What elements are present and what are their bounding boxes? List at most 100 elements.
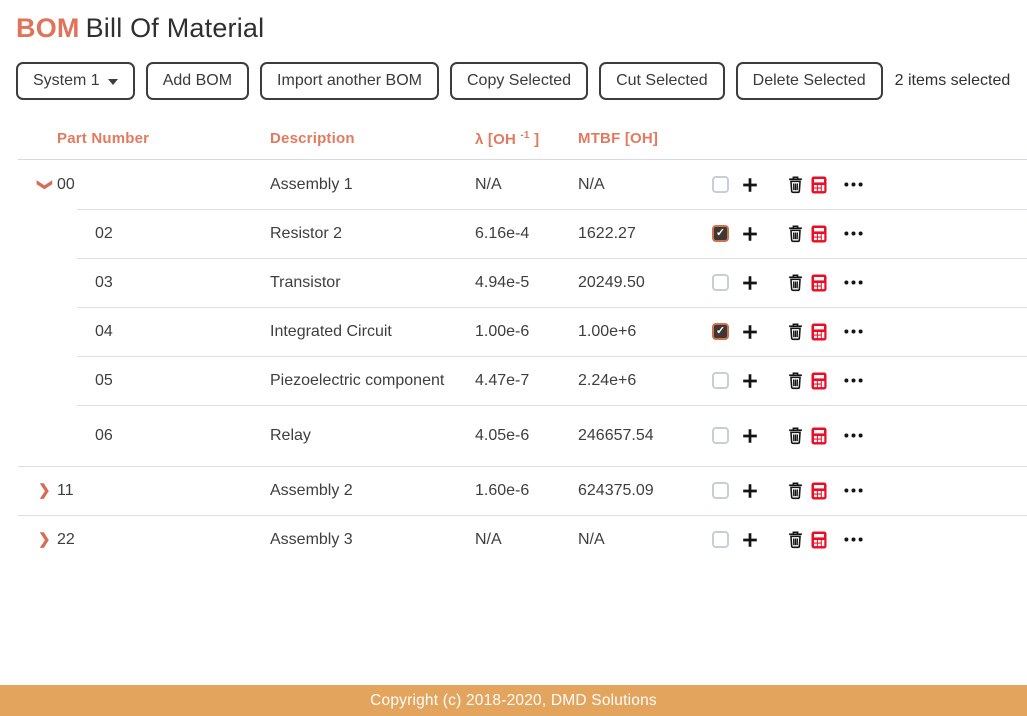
- more-options-button[interactable]: [844, 537, 863, 542]
- column-header-part-number: Part Number: [18, 130, 270, 147]
- calculator-icon: [811, 427, 827, 445]
- footer-bar: Copyright (c) 2018-2020, DMD Solutions: [0, 685, 1027, 716]
- description-value: Relay: [270, 427, 475, 445]
- calculate-row-button[interactable]: [811, 274, 827, 292]
- plus-icon: [742, 275, 758, 291]
- row-actions: [712, 481, 1027, 500]
- more-options-button[interactable]: [844, 182, 863, 187]
- add-bom-button[interactable]: Add BOM: [146, 62, 249, 100]
- import-bom-button[interactable]: Import another BOM: [260, 62, 439, 100]
- part-number-cell: 03: [18, 274, 270, 292]
- row-select-checkbox[interactable]: [712, 274, 729, 291]
- system-select-button[interactable]: System 1: [16, 62, 135, 100]
- table-row: 05 Piezoelectric component 4.47e-7 2.24e…: [18, 356, 1027, 405]
- delete-selected-button[interactable]: Delete Selected: [736, 62, 883, 100]
- add-child-button[interactable]: [742, 483, 758, 499]
- add-child-button[interactable]: [742, 177, 758, 193]
- more-options-button[interactable]: [844, 280, 863, 285]
- trash-icon: [787, 481, 804, 500]
- selection-status: 2 items selected: [895, 72, 1011, 90]
- ellipsis-icon: [844, 329, 863, 334]
- expand-toggle-chevron-icon[interactable]: ❯: [38, 179, 53, 193]
- table-row: 02 Resistor 2 6.16e-4 1622.27: [18, 209, 1027, 258]
- row-select-checkbox[interactable]: [712, 323, 729, 340]
- add-child-button[interactable]: [742, 428, 758, 444]
- calculator-icon: [811, 531, 827, 549]
- add-child-button[interactable]: [742, 275, 758, 291]
- add-child-button[interactable]: [742, 373, 758, 389]
- calculator-icon: [811, 482, 827, 500]
- table-row: ❯ 00 Assembly 1 N/A N/A: [18, 160, 1027, 209]
- row-select-checkbox[interactable]: [712, 372, 729, 389]
- delete-row-button[interactable]: [787, 426, 804, 445]
- column-header-lambda: λ [OH -1 ]: [475, 130, 578, 148]
- more-options-button[interactable]: [844, 433, 863, 438]
- part-number-value: 04: [95, 323, 113, 341]
- trash-icon: [787, 322, 804, 341]
- calculate-row-button[interactable]: [811, 482, 827, 500]
- part-number-value: 00: [57, 176, 75, 194]
- part-number-cell: 06: [18, 427, 270, 445]
- lambda-value: 4.94e-5: [475, 274, 578, 292]
- part-number-cell: 02: [18, 225, 270, 243]
- add-child-button[interactable]: [742, 532, 758, 548]
- delete-row-button[interactable]: [787, 175, 804, 194]
- add-child-button[interactable]: [742, 324, 758, 340]
- ellipsis-icon: [844, 182, 863, 187]
- description-value: Assembly 3: [270, 531, 475, 549]
- plus-icon: [742, 324, 758, 340]
- calculator-icon: [811, 176, 827, 194]
- row-actions: [712, 426, 1027, 445]
- description-value: Piezoelectric component: [270, 372, 475, 390]
- page-title: BOMBill Of Material: [16, 13, 1027, 44]
- plus-icon: [742, 532, 758, 548]
- cut-selected-button[interactable]: Cut Selected: [599, 62, 725, 100]
- row-select-checkbox[interactable]: [712, 482, 729, 499]
- row-select-checkbox[interactable]: [712, 225, 729, 242]
- ellipsis-icon: [844, 231, 863, 236]
- part-number-cell: 04: [18, 323, 270, 341]
- mtbf-value: N/A: [578, 176, 712, 194]
- plus-icon: [742, 226, 758, 242]
- add-child-button[interactable]: [742, 226, 758, 242]
- mtbf-value: N/A: [578, 531, 712, 549]
- expand-toggle-chevron-icon[interactable]: ❯: [38, 483, 52, 498]
- calculator-icon: [811, 225, 827, 243]
- table-row: ❯ 22 Assembly 3 N/A N/A: [18, 515, 1027, 564]
- description-value: Assembly 1: [270, 176, 475, 194]
- table-row: 04 Integrated Circuit 1.00e-6 1.00e+6: [18, 307, 1027, 356]
- lambda-value: 1.60e-6: [475, 482, 578, 500]
- calculate-row-button[interactable]: [811, 323, 827, 341]
- row-actions: [712, 530, 1027, 549]
- calculate-row-button[interactable]: [811, 176, 827, 194]
- more-options-button[interactable]: [844, 329, 863, 334]
- row-actions: [712, 371, 1027, 390]
- delete-row-button[interactable]: [787, 371, 804, 390]
- delete-row-button[interactable]: [787, 322, 804, 341]
- calculate-row-button[interactable]: [811, 372, 827, 390]
- copy-selected-button[interactable]: Copy Selected: [450, 62, 588, 100]
- row-select-checkbox[interactable]: [712, 531, 729, 548]
- row-select-checkbox[interactable]: [712, 427, 729, 444]
- more-options-button[interactable]: [844, 378, 863, 383]
- more-options-button[interactable]: [844, 231, 863, 236]
- delete-row-button[interactable]: [787, 481, 804, 500]
- description-value: Assembly 2: [270, 482, 475, 500]
- trash-icon: [787, 273, 804, 292]
- calculate-row-button[interactable]: [811, 531, 827, 549]
- calculate-row-button[interactable]: [811, 225, 827, 243]
- delete-row-button[interactable]: [787, 224, 804, 243]
- mtbf-value: 246657.54: [578, 427, 712, 445]
- more-options-button[interactable]: [844, 488, 863, 493]
- row-select-checkbox[interactable]: [712, 176, 729, 193]
- delete-row-button[interactable]: [787, 273, 804, 292]
- trash-icon: [787, 175, 804, 194]
- delete-row-button[interactable]: [787, 530, 804, 549]
- table-header-row: Part Number Description λ [OH -1 ] MTBF …: [18, 126, 1027, 159]
- calculator-icon: [811, 323, 827, 341]
- mtbf-value: 1622.27: [578, 225, 712, 243]
- part-number-value: 22: [57, 531, 75, 549]
- part-number-value: 03: [95, 274, 113, 292]
- expand-toggle-chevron-icon[interactable]: ❯: [38, 532, 52, 547]
- calculate-row-button[interactable]: [811, 427, 827, 445]
